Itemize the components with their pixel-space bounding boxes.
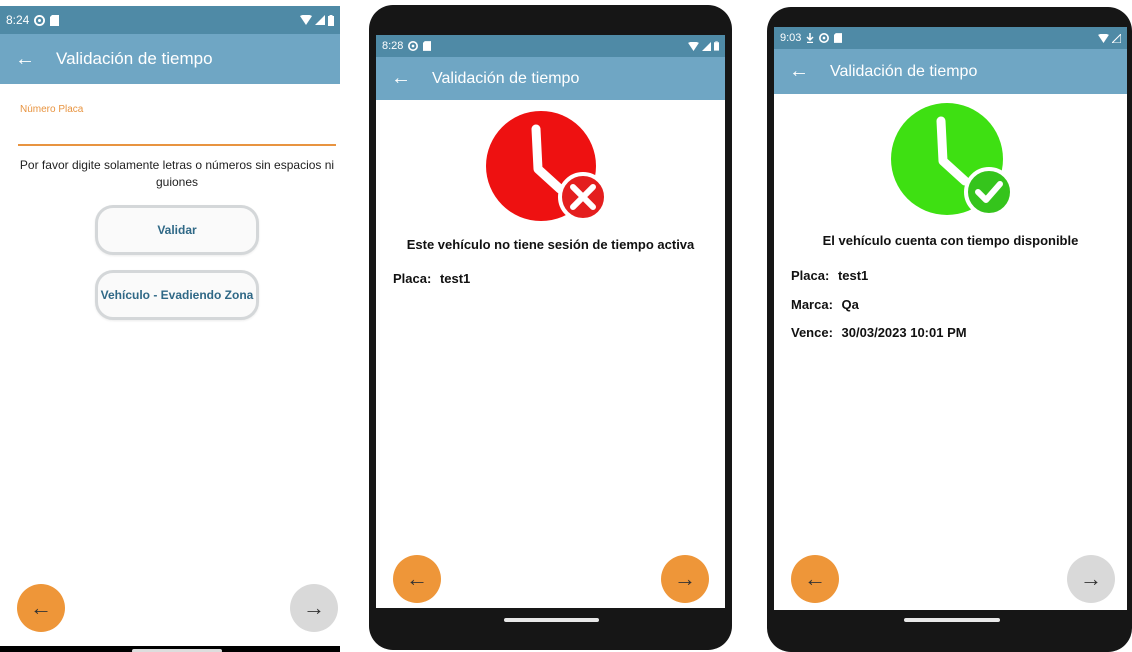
next-fab[interactable]: → xyxy=(290,584,338,632)
placa-row: Placa: test1 xyxy=(791,268,868,283)
placa-label: Placa: xyxy=(393,271,432,286)
phone-2: 8:28 ← Validación de tiempo Este vehícul… xyxy=(369,5,732,650)
sim-card-icon xyxy=(834,33,843,43)
status-time: 8:24 xyxy=(6,13,30,27)
next-fab[interactable]: → xyxy=(1067,555,1115,603)
forward-arrow-icon: → xyxy=(303,595,325,620)
back-arrow-icon: ← xyxy=(804,566,826,591)
vence-value: 30/03/2023 10:01 PM xyxy=(841,325,967,340)
page-title: Validación de tiempo xyxy=(432,69,580,87)
evadiendo-zona-button[interactable]: Vehículo - Evadiendo Zona xyxy=(95,270,259,320)
nav-handle xyxy=(904,618,1000,622)
sim-card-icon xyxy=(50,14,60,26)
status-bar: 9:03 xyxy=(774,27,1127,49)
wifi-icon xyxy=(1098,33,1109,43)
status-time: 9:03 xyxy=(780,32,802,44)
placa-value: test1 xyxy=(439,271,471,286)
app-bar: ← Validación de tiempo xyxy=(376,57,725,100)
back-arrow-icon[interactable]: ← xyxy=(12,48,38,71)
nav-handle xyxy=(504,618,599,622)
clock-error-icon xyxy=(486,111,608,222)
signal-icon xyxy=(702,41,711,51)
forward-arrow-icon: → xyxy=(674,566,696,591)
download-icon xyxy=(806,33,814,43)
marca-value: Qa xyxy=(841,297,859,312)
signal-icon xyxy=(315,15,325,25)
forward-arrow-icon: → xyxy=(1080,566,1102,591)
back-arrow-icon: ← xyxy=(30,595,52,620)
back-arrow-icon[interactable]: ← xyxy=(388,67,414,90)
placa-field-label: Número Placa xyxy=(20,104,84,115)
page-title: Validación de tiempo xyxy=(56,49,213,68)
marca-row: Marca: Qa xyxy=(791,297,859,312)
vpn-icon xyxy=(408,41,419,51)
vence-label: Vence: xyxy=(791,325,833,340)
status-bar: 8:24 xyxy=(0,6,340,34)
phone-1: 8:24 ← Validación de tiempo Número Placa… xyxy=(0,6,340,652)
placa-input[interactable] xyxy=(18,118,336,146)
back-arrow-icon: ← xyxy=(406,566,428,591)
phone-2-screen: 8:28 ← Validación de tiempo Este vehícul… xyxy=(376,35,725,608)
phone-3: 9:03 ← Validación de tiempo El vehículo … xyxy=(767,7,1132,652)
placa-row: Placa: test1 xyxy=(393,271,470,286)
clock-success-icon xyxy=(891,103,1014,217)
next-fab[interactable]: → xyxy=(661,555,709,603)
status-time: 8:28 xyxy=(382,40,404,52)
signal-icon xyxy=(1112,33,1121,43)
marca-label: Marca: xyxy=(791,297,833,312)
validar-button[interactable]: Validar xyxy=(95,205,259,255)
battery-icon xyxy=(714,41,719,51)
back-arrow-icon[interactable]: ← xyxy=(786,60,812,83)
placa-label: Placa: xyxy=(791,268,830,283)
status-bar: 8:28 xyxy=(376,35,725,57)
vence-row: Vence: 30/03/2023 10:01 PM xyxy=(791,325,967,340)
sim-card-icon xyxy=(423,41,432,51)
back-fab[interactable]: ← xyxy=(791,555,839,603)
phone-1-screen: 8:24 ← Validación de tiempo Número Placa… xyxy=(0,6,340,646)
status-message: El vehículo cuenta con tiempo disponible xyxy=(822,233,1079,248)
battery-icon xyxy=(328,14,334,26)
back-fab[interactable]: ← xyxy=(17,584,65,632)
phone-3-screen: 9:03 ← Validación de tiempo El vehículo … xyxy=(774,27,1127,610)
placa-value: test1 xyxy=(837,268,869,283)
back-fab[interactable]: ← xyxy=(393,555,441,603)
app-bar: ← Validación de tiempo xyxy=(774,49,1127,94)
help-text: Por favor digite solamente letras o núme… xyxy=(19,158,335,189)
status-message: Este vehículo no tiene sesión de tiempo … xyxy=(406,237,695,252)
vpn-icon xyxy=(819,33,830,43)
vpn-icon xyxy=(34,14,46,26)
wifi-icon xyxy=(300,15,312,25)
page-title: Validación de tiempo xyxy=(830,62,978,80)
wifi-icon xyxy=(688,41,699,51)
app-bar: ← Validación de tiempo xyxy=(0,34,340,84)
